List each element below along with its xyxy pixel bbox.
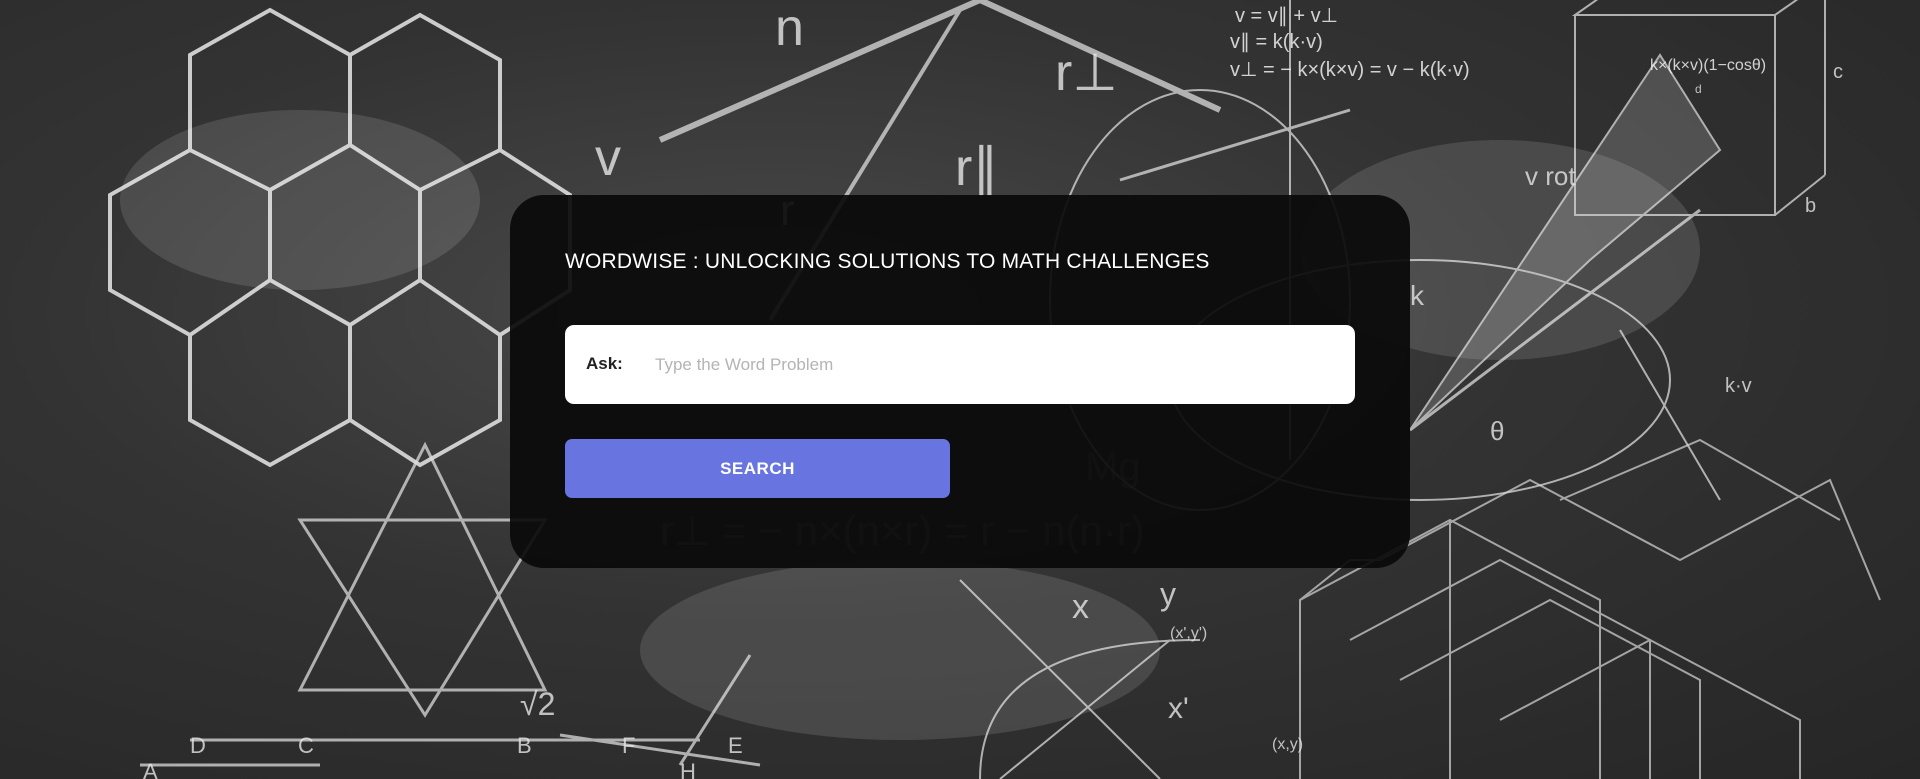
chalk-symbol: √2 [520, 686, 555, 722]
chalk-formula: v⊥ = − k×(k×v) = v − k(k·v) [1230, 59, 1470, 81]
word-problem-input[interactable] [653, 343, 1337, 387]
chalk-symbol: θ [1490, 416, 1504, 446]
chalk-symbol: b [1805, 195, 1816, 217]
chalk-formula: v = v∥ + v⊥ [1235, 5, 1338, 27]
chalk-symbol: y [1160, 576, 1176, 612]
chalk-symbol: d [1695, 82, 1702, 96]
chalk-symbol: x' [1168, 692, 1189, 725]
search-button[interactable]: SEARCH [565, 439, 950, 498]
chalk-symbol: n [775, 0, 804, 57]
chalk-formula: v∥ = k(k·v) [1230, 31, 1323, 53]
chalk-symbol: k·v [1725, 375, 1752, 397]
search-card: WORDWISE : UNLOCKING SOLUTIONS TO MATH C… [510, 195, 1410, 568]
chalk-symbol: c [1833, 61, 1843, 83]
chalk-symbol: v rot [1525, 161, 1576, 191]
ask-label: Ask: [586, 354, 623, 373]
chalk-formula: k×(k×v)(1−cosθ) [1650, 57, 1766, 74]
chalk-symbol: F [622, 733, 635, 758]
chalk-symbol: r⊥ [1055, 44, 1118, 102]
chalk-symbol: H [680, 759, 696, 779]
chalk-symbol: C [298, 733, 314, 758]
chalk-symbol: k [1410, 280, 1425, 311]
chalk-symbol: (x',y') [1170, 625, 1207, 642]
chalk-symbol: (x,y) [1272, 736, 1303, 753]
chalk-symbol: E [728, 733, 743, 758]
chalk-symbol: v [595, 129, 621, 187]
app-title: WORDWISE : UNLOCKING SOLUTIONS TO MATH C… [565, 250, 1210, 273]
chalk-symbol: A [143, 759, 158, 779]
chalk-symbol: D [190, 733, 206, 758]
chalk-symbol: B [517, 733, 532, 758]
chalk-symbol: r∥ [955, 139, 998, 197]
ask-field-container[interactable]: Ask: [565, 325, 1355, 404]
chalk-symbol: x [1072, 588, 1089, 626]
